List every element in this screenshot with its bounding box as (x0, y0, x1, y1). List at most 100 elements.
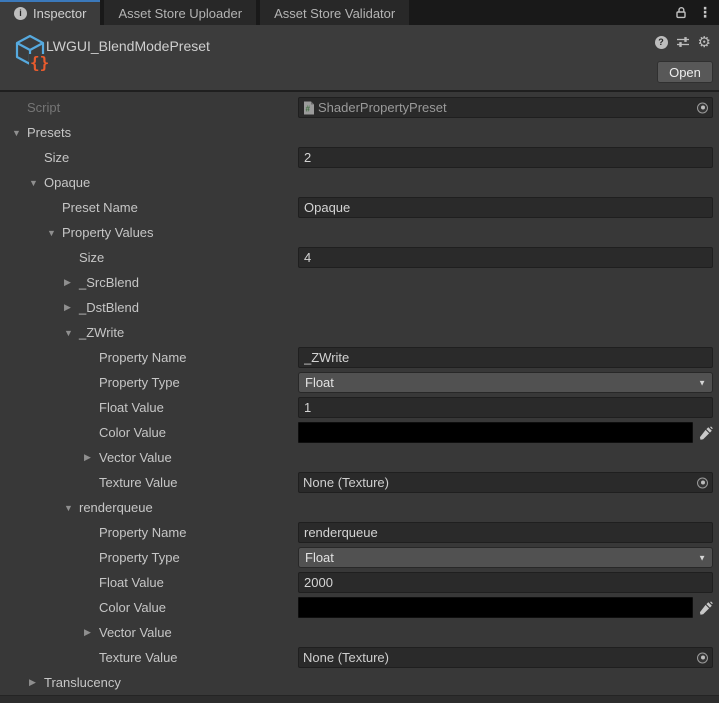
chevron-down-icon[interactable]: ▼ (12, 128, 27, 138)
row-label: Property Type (99, 375, 180, 390)
tab-asset-store-validator[interactable]: Asset Store Validator (260, 0, 409, 25)
field-cell (298, 197, 719, 218)
foldout-vector-value[interactable]: ▶Vector Value (0, 450, 298, 465)
chevron-down-icon[interactable]: ▼ (29, 178, 44, 188)
property-row: Texture Value None (Texture) (0, 470, 719, 495)
size-input[interactable] (298, 147, 713, 168)
property-row: ▶_SrcBlend (0, 270, 719, 295)
label-texture-value: Texture Value (0, 475, 298, 490)
field-cell (298, 422, 719, 443)
texture-value-object-field[interactable]: None (Texture) (298, 647, 713, 668)
tab-inspector[interactable]: i Inspector (0, 0, 100, 25)
label-color-value: Color Value (0, 600, 298, 615)
row-label[interactable]: Presets (27, 125, 71, 140)
row-label: Texture Value (99, 475, 178, 490)
foldout-vector-value[interactable]: ▶Vector Value (0, 625, 298, 640)
chevron-right-icon[interactable]: ▶ (84, 452, 99, 463)
texture-value-object-field[interactable]: None (Texture) (298, 472, 713, 493)
float-value-input[interactable] (298, 572, 713, 593)
foldout-dstblend[interactable]: ▶_DstBlend (0, 300, 298, 315)
eyedropper-icon[interactable] (697, 601, 713, 615)
foldout-presets[interactable]: ▼Presets (0, 125, 298, 140)
row-label[interactable]: Translucency (44, 675, 121, 690)
field-cell (298, 597, 719, 618)
chevron-down-icon[interactable]: ▼ (47, 228, 62, 238)
tab-label: Asset Store Validator (274, 6, 395, 21)
field-cell (298, 247, 719, 268)
label-float-value: Float Value (0, 400, 298, 415)
presets-icon[interactable] (675, 34, 691, 50)
foldout-srcblend[interactable]: ▶_SrcBlend (0, 275, 298, 290)
row-label[interactable]: _SrcBlend (79, 275, 139, 290)
chevron-down-icon[interactable]: ▼ (64, 328, 79, 338)
chevron-right-icon[interactable]: ▶ (29, 677, 44, 688)
size-input[interactable] (298, 247, 713, 268)
foldout-renderqueue[interactable]: ▼renderqueue (0, 500, 298, 515)
tab-asset-store-uploader[interactable]: Asset Store Uploader (104, 0, 256, 25)
foldout-opaque[interactable]: ▼Opaque (0, 175, 298, 190)
property-row: Texture Value None (Texture) (0, 645, 719, 670)
float-value-input[interactable] (298, 397, 713, 418)
field-cell (298, 572, 719, 593)
row-label[interactable]: Vector Value (99, 450, 172, 465)
property-name-input[interactable] (298, 522, 713, 543)
foldout-zwrite[interactable]: ▼_ZWrite (0, 325, 298, 340)
property-row: Color Value (0, 420, 719, 445)
property-row: ▼Presets (0, 120, 719, 145)
object-picker-icon[interactable] (697, 477, 708, 488)
script-object-field[interactable]: #ShaderPropertyPreset (298, 97, 713, 118)
row-label[interactable]: Vector Value (99, 625, 172, 640)
chevron-right-icon[interactable]: ▶ (84, 627, 99, 638)
property-row: ▼renderqueue (0, 495, 719, 520)
property-row: Float Value (0, 395, 719, 420)
row-label: Size (79, 250, 104, 265)
chevron-down-icon: ▼ (698, 553, 706, 562)
property-type-dropdown[interactable]: Float ▼ (298, 547, 713, 568)
field-cell: Float ▼ (298, 547, 719, 568)
chevron-right-icon[interactable]: ▶ (64, 302, 79, 313)
row-label[interactable]: _DstBlend (79, 300, 139, 315)
picker-dot (701, 481, 705, 485)
dropdown-value: Float (305, 550, 334, 565)
row-label: Property Type (99, 550, 180, 565)
row-label: Texture Value (99, 650, 178, 665)
foldout-property-values[interactable]: ▼Property Values (0, 225, 298, 240)
field-cell (298, 397, 719, 418)
help-icon[interactable]: ? (655, 36, 668, 49)
kebab-menu-icon[interactable]: ⋮ (697, 5, 713, 21)
script-icon: # (303, 101, 315, 115)
field-cell: #ShaderPropertyPreset (298, 97, 719, 118)
object-picker-icon[interactable] (697, 652, 708, 663)
label-color-value: Color Value (0, 425, 298, 440)
property-name-input[interactable] (298, 347, 713, 368)
row-label[interactable]: Property Values (62, 225, 154, 240)
property-row: ▶Vector Value (0, 620, 719, 645)
label-script: Script (0, 100, 298, 115)
property-row: ▼Property Values (0, 220, 719, 245)
svg-text:{}: {} (30, 53, 49, 72)
field-cell (298, 347, 719, 368)
object-picker-icon[interactable] (697, 102, 708, 113)
row-label[interactable]: renderqueue (79, 500, 153, 515)
property-row: Float Value (0, 570, 719, 595)
row-label[interactable]: Opaque (44, 175, 90, 190)
gear-icon[interactable]: ⚙ (698, 35, 711, 50)
eyedropper-icon[interactable] (697, 426, 713, 440)
row-label[interactable]: _ZWrite (79, 325, 124, 340)
color-field (298, 597, 713, 618)
header-actions: ? ⚙ (655, 34, 711, 50)
object-field-value: ShaderPropertyPreset (318, 100, 447, 115)
foldout-translucency[interactable]: ▶Translucency (0, 675, 298, 690)
chevron-down-icon[interactable]: ▼ (64, 503, 79, 513)
color-swatch[interactable] (298, 422, 693, 443)
chevron-right-icon[interactable]: ▶ (64, 277, 79, 288)
info-icon: i (14, 7, 27, 20)
property-row: Property Name (0, 345, 719, 370)
preset-name-input[interactable] (298, 197, 713, 218)
open-button[interactable]: Open (657, 61, 713, 83)
label-preset-name: Preset Name (0, 200, 298, 215)
unlock-icon[interactable] (673, 5, 689, 21)
color-field (298, 422, 713, 443)
property-type-dropdown[interactable]: Float▼ (298, 372, 713, 393)
color-swatch[interactable] (298, 597, 693, 618)
